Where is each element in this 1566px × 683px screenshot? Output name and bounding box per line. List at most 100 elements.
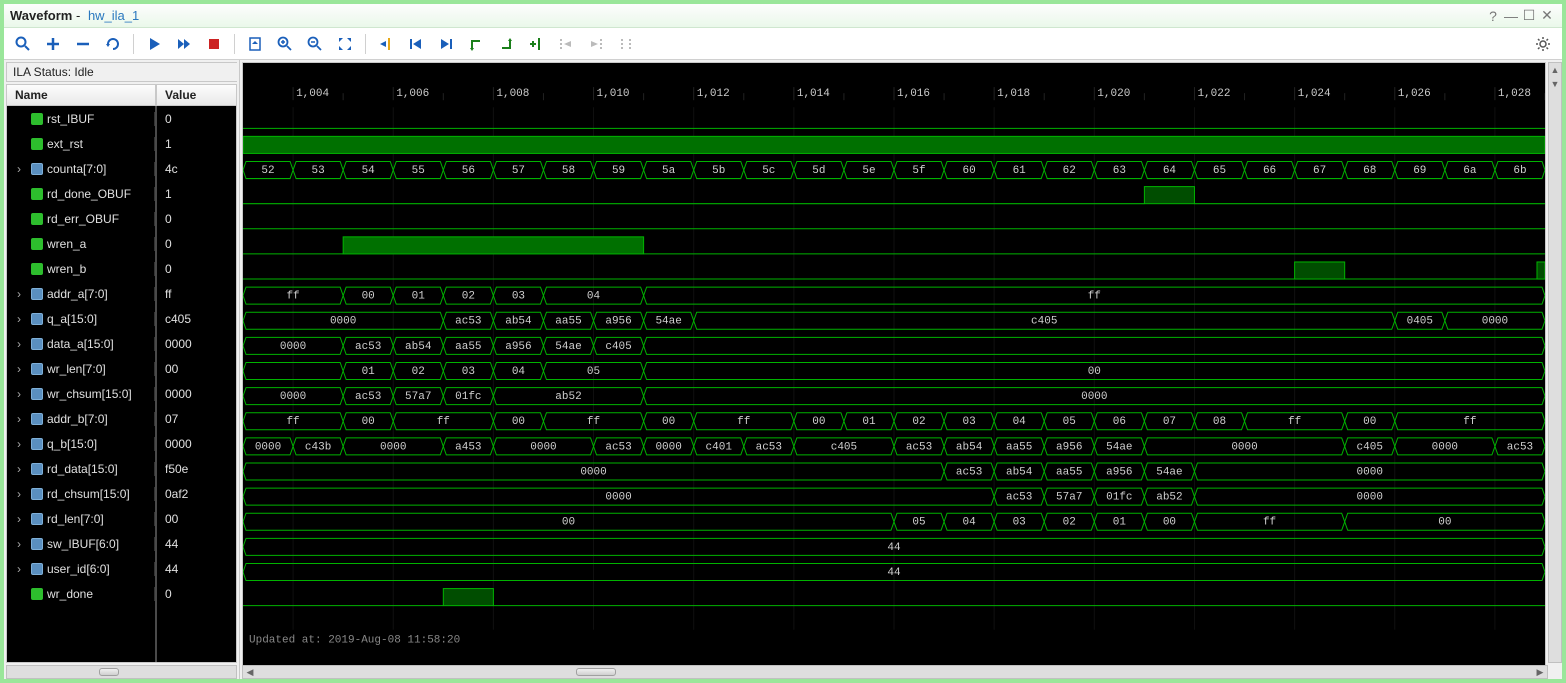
signal-name[interactable]: ›user_id[6:0] — [7, 562, 155, 576]
signal-name[interactable]: ›rd_len[7:0] — [7, 512, 155, 526]
signal-name-text: rst_IBUF — [47, 112, 94, 126]
signal-row[interactable]: rd_err_OBUF0 — [7, 206, 236, 231]
svg-text:ac53: ac53 — [355, 391, 381, 403]
svg-text:ab52: ab52 — [555, 391, 581, 403]
signal-name[interactable]: ›rd_data[15:0] — [7, 462, 155, 476]
zoom-out-icon[interactable] — [302, 31, 328, 57]
zoom-fit-icon[interactable] — [332, 31, 358, 57]
signal-name[interactable]: ›wr_chsum[15:0] — [7, 387, 155, 401]
signal-name[interactable]: ›q_b[15:0] — [7, 437, 155, 451]
svg-text:60: 60 — [963, 165, 976, 177]
expand-caret-icon[interactable]: › — [17, 512, 27, 526]
expand-caret-icon[interactable]: › — [17, 312, 27, 326]
go-to-start-icon[interactable] — [403, 31, 429, 57]
signal-row[interactable]: ›rd_data[15:0]f50e — [7, 456, 236, 481]
remove-icon[interactable] — [70, 31, 96, 57]
signal-row[interactable]: ›addr_b[7:0]07 — [7, 406, 236, 431]
signal-row[interactable]: ›addr_a[7:0]ff — [7, 281, 236, 306]
next-transition-icon[interactable] — [493, 31, 519, 57]
run-icon[interactable] — [141, 31, 167, 57]
export-icon[interactable] — [242, 31, 268, 57]
waveform-area[interactable]: 1,0041,0061,0081,0101,0121,0141,0161,018… — [242, 62, 1546, 679]
expand-caret-icon[interactable]: › — [17, 387, 27, 401]
signal-hscroll[interactable] — [6, 665, 237, 679]
expand-caret-icon[interactable]: › — [17, 337, 27, 351]
prev-transition-icon[interactable] — [463, 31, 489, 57]
hscroll-left-icon[interactable]: ◀ — [243, 666, 257, 678]
signal-row[interactable]: ›wr_chsum[15:0]0000 — [7, 381, 236, 406]
signal-name[interactable]: ›rd_chsum[15:0] — [7, 487, 155, 501]
close-icon[interactable]: ✕ — [1538, 7, 1556, 25]
signal-row[interactable]: wren_a0 — [7, 231, 236, 256]
expand-caret-icon[interactable]: › — [17, 437, 27, 451]
scroll-thumb[interactable] — [99, 668, 119, 676]
signal-row[interactable]: wren_b0 — [7, 256, 236, 281]
svg-text:00: 00 — [662, 416, 675, 428]
signal-row[interactable]: ›q_b[15:0]0000 — [7, 431, 236, 456]
signal-row[interactable]: wr_done0 — [7, 581, 236, 606]
signal-row[interactable]: ›counta[7:0]4c — [7, 156, 236, 181]
svg-text:57: 57 — [512, 165, 525, 177]
expand-caret-icon[interactable]: › — [17, 487, 27, 501]
go-to-end-icon[interactable] — [433, 31, 459, 57]
signal-name[interactable]: rd_done_OBUF — [7, 187, 155, 201]
signal-list[interactable]: rst_IBUF0 ext_rst1›counta[7:0]4c rd_done… — [6, 106, 237, 663]
signal-name[interactable]: ›wr_len[7:0] — [7, 362, 155, 376]
signal-row[interactable]: ›user_id[6:0]44 — [7, 556, 236, 581]
signal-name[interactable]: ›sw_IBUF[6:0] — [7, 537, 155, 551]
expand-caret-icon[interactable]: › — [17, 562, 27, 576]
signal-row[interactable]: ›q_a[15:0]c405 — [7, 306, 236, 331]
svg-text:ac53: ac53 — [756, 441, 782, 453]
signal-name[interactable]: ›q_a[15:0] — [7, 312, 155, 326]
signal-name[interactable]: rd_err_OBUF — [7, 212, 155, 226]
expand-caret-icon[interactable]: › — [17, 412, 27, 426]
settings-icon[interactable] — [1530, 31, 1556, 57]
signal-name[interactable]: wren_b — [7, 262, 155, 276]
run-fast-icon[interactable] — [171, 31, 197, 57]
window-subtitle-link[interactable]: hw_ila_1 — [88, 8, 139, 23]
scroll-thumb[interactable] — [576, 668, 616, 676]
stop-icon[interactable] — [201, 31, 227, 57]
signal-name[interactable]: ext_rst — [7, 137, 155, 151]
signal-row[interactable]: ›rd_chsum[15:0]0af2 — [7, 481, 236, 506]
vscroll-up-icon[interactable]: ▲ — [1549, 63, 1561, 77]
expand-caret-icon[interactable]: › — [17, 287, 27, 301]
column-header-value[interactable]: Value — [156, 84, 237, 106]
waveform-vscroll[interactable]: ▲ ▼ — [1548, 62, 1562, 663]
waveform-hscroll[interactable]: ◀ ▶ — [242, 665, 1548, 679]
signal-row[interactable]: ›data_a[15:0]0000 — [7, 331, 236, 356]
signal-value: 44 — [155, 537, 236, 551]
signal-name[interactable]: rst_IBUF — [7, 112, 155, 126]
add-marker-icon[interactable] — [523, 31, 549, 57]
retrigger-icon[interactable] — [100, 31, 126, 57]
column-header-name[interactable]: Name — [6, 84, 156, 106]
bus-signal-icon — [31, 338, 43, 350]
signal-name[interactable]: ›counta[7:0] — [7, 162, 155, 176]
expand-caret-icon[interactable]: › — [17, 537, 27, 551]
signal-value: 00 — [155, 362, 236, 376]
signal-name[interactable]: ›addr_b[7:0] — [7, 412, 155, 426]
add-icon[interactable] — [40, 31, 66, 57]
svg-text:c405: c405 — [605, 341, 631, 353]
signal-row[interactable]: rst_IBUF0 — [7, 106, 236, 131]
signal-name[interactable]: ›data_a[15:0] — [7, 337, 155, 351]
expand-caret-icon[interactable]: › — [17, 162, 27, 176]
signal-row[interactable]: ›rd_len[7:0]00 — [7, 506, 236, 531]
zoom-in-icon[interactable] — [272, 31, 298, 57]
signal-name[interactable]: ›addr_a[7:0] — [7, 287, 155, 301]
help-icon[interactable]: ? — [1484, 7, 1502, 25]
hscroll-right-icon[interactable]: ▶ — [1533, 666, 1547, 678]
minimize-icon[interactable]: ― — [1502, 7, 1520, 25]
signal-row[interactable]: ›wr_len[7:0]00 — [7, 356, 236, 381]
signal-name[interactable]: wr_done — [7, 587, 155, 601]
signal-row[interactable]: ext_rst1 — [7, 131, 236, 156]
vscroll-down-icon[interactable]: ▼ — [1549, 77, 1561, 91]
signal-name[interactable]: wren_a — [7, 237, 155, 251]
maximize-icon[interactable]: ☐ — [1520, 7, 1538, 25]
go-to-cursor-icon[interactable] — [373, 31, 399, 57]
signal-row[interactable]: rd_done_OBUF1 — [7, 181, 236, 206]
expand-caret-icon[interactable]: › — [17, 362, 27, 376]
signal-row[interactable]: ›sw_IBUF[6:0]44 — [7, 531, 236, 556]
search-icon[interactable] — [10, 31, 36, 57]
expand-caret-icon[interactable]: › — [17, 462, 27, 476]
